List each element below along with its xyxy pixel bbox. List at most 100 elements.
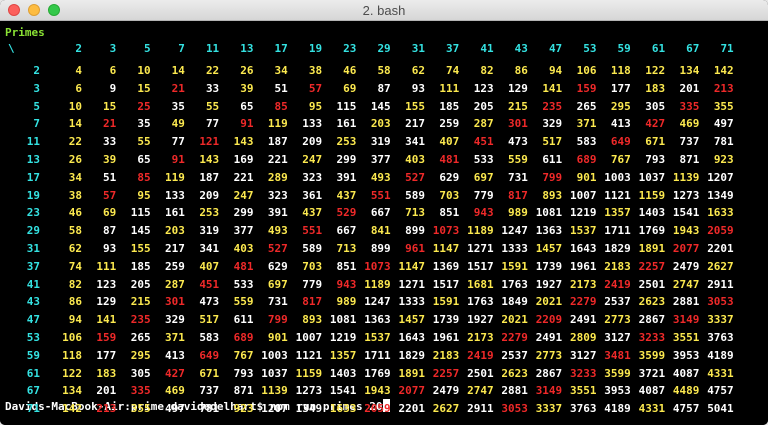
table-cell: 649 bbox=[199, 348, 220, 362]
column-header: 3 bbox=[109, 42, 117, 55]
table-cell: 95 bbox=[137, 188, 151, 202]
table-cell: 767 bbox=[233, 348, 254, 362]
table-cell: 93 bbox=[103, 242, 117, 255]
table-cell: 183 bbox=[645, 81, 666, 95]
table-cell: 2627 bbox=[707, 259, 734, 273]
table-cell: 57 bbox=[308, 81, 323, 95]
table-cell: 247 bbox=[302, 153, 323, 166]
table-cell: 177 bbox=[610, 81, 631, 95]
table-cell: 1207 bbox=[261, 402, 288, 416]
table-cell: 62 bbox=[68, 242, 82, 255]
table-cell: 305 bbox=[130, 366, 151, 380]
table-cell: 793 bbox=[645, 153, 666, 166]
table-cell: 87 bbox=[103, 224, 117, 238]
table-cell: 2419 bbox=[604, 277, 631, 291]
table-cell: 145 bbox=[370, 99, 391, 113]
table-cell: 118 bbox=[62, 348, 82, 362]
table-cell: 133 bbox=[165, 188, 185, 202]
table-cell: 517 bbox=[542, 135, 563, 149]
column-header: 53 bbox=[583, 42, 597, 55]
column-header: 47 bbox=[548, 42, 563, 55]
table-cell: 299 bbox=[233, 206, 254, 220]
table-cell: 1357 bbox=[329, 348, 357, 362]
table-cell: 2257 bbox=[432, 366, 460, 380]
table-cell: 1739 bbox=[432, 313, 460, 327]
table-cell: 1003 bbox=[604, 170, 631, 184]
corner-symbol: \ bbox=[8, 42, 15, 55]
table-cell: 1333 bbox=[501, 242, 528, 255]
terminal-output[interactable]: Primes \ Davids-MacBook-Air:prime davide… bbox=[0, 22, 768, 425]
table-cell: 85 bbox=[274, 99, 288, 113]
table-cell: 473 bbox=[199, 295, 220, 309]
table-cell: 215 bbox=[508, 99, 528, 113]
table-cell: 319 bbox=[370, 135, 391, 149]
table-cell: 427 bbox=[165, 366, 185, 380]
table-cell: 2077 bbox=[398, 384, 426, 398]
table-cell: 115 bbox=[130, 206, 151, 220]
table-cell: 737 bbox=[679, 135, 700, 149]
table-cell: 1643 bbox=[570, 242, 597, 255]
row-header: 59 bbox=[26, 348, 40, 362]
table-cell: 329 bbox=[542, 117, 563, 131]
table-cell: 2491 bbox=[535, 331, 563, 344]
table-cell: 299 bbox=[336, 153, 357, 166]
table-cell: 1363 bbox=[535, 224, 563, 238]
table-cell: 335 bbox=[679, 99, 700, 113]
table-cell: 1711 bbox=[364, 348, 391, 362]
column-header: 67 bbox=[686, 42, 700, 55]
table-cell: 51 bbox=[103, 170, 117, 184]
table-cell: 779 bbox=[473, 188, 494, 202]
table-cell: 323 bbox=[302, 170, 323, 184]
table-cell: 33 bbox=[205, 81, 220, 95]
table-cell: 527 bbox=[405, 170, 425, 184]
table-cell: 215 bbox=[130, 295, 151, 309]
table-cell: 2279 bbox=[570, 295, 597, 309]
table-cell: 221 bbox=[233, 170, 254, 184]
table-cell: 697 bbox=[267, 277, 288, 291]
table-cell: 3953 bbox=[604, 384, 631, 398]
table-cell: 34 bbox=[68, 170, 82, 184]
table-cell: 1829 bbox=[398, 348, 426, 362]
table-cell: 2183 bbox=[432, 348, 460, 362]
table-cell: 4087 bbox=[638, 384, 666, 398]
table-cell: 15 bbox=[137, 81, 151, 95]
table-cell: 893 bbox=[542, 188, 563, 202]
table-cell: 1159 bbox=[295, 366, 323, 380]
table-cell: 1961 bbox=[432, 331, 460, 344]
table-cell: 2881 bbox=[501, 384, 528, 398]
table-cell: 901 bbox=[576, 170, 597, 184]
table-cell: 1147 bbox=[432, 242, 460, 255]
table-cell: 39 bbox=[240, 81, 254, 95]
table-cell: 371 bbox=[165, 331, 185, 344]
table-cell: 201 bbox=[679, 81, 700, 95]
table-cell: 3721 bbox=[638, 366, 666, 380]
table-cell: 403 bbox=[233, 242, 254, 255]
table-cell: 2627 bbox=[432, 402, 460, 416]
table-cell: 65 bbox=[240, 99, 254, 113]
table-cell: 247 bbox=[233, 188, 254, 202]
table-cell: 1207 bbox=[707, 170, 734, 184]
table-cell: 3953 bbox=[672, 348, 700, 362]
table-cell: 121 bbox=[199, 135, 220, 149]
table-cell: 69 bbox=[343, 81, 357, 95]
table-cell: 1643 bbox=[398, 331, 426, 344]
table-cell: 1189 bbox=[467, 224, 494, 238]
row-header: 11 bbox=[26, 135, 40, 149]
table-cell: 1357 bbox=[604, 206, 631, 220]
table-cell: 817 bbox=[508, 188, 528, 202]
table-cell: 1711 bbox=[604, 224, 631, 238]
table-cell: 2059 bbox=[364, 402, 391, 416]
table-cell: 923 bbox=[713, 153, 734, 166]
table-cell: 323 bbox=[267, 188, 288, 202]
table-cell: 14 bbox=[171, 64, 185, 77]
table-cell: 106 bbox=[62, 331, 82, 344]
table-cell: 141 bbox=[96, 313, 117, 327]
table-cell: 871 bbox=[233, 384, 254, 398]
table-cell: 1943 bbox=[672, 224, 700, 238]
table-cell: 4757 bbox=[672, 402, 700, 416]
table-cell: 703 bbox=[439, 188, 460, 202]
table-cell: 129 bbox=[96, 295, 117, 309]
table-cell: 1273 bbox=[672, 188, 700, 202]
table-cell: 1591 bbox=[432, 295, 460, 309]
table-cell: 86 bbox=[68, 295, 82, 309]
